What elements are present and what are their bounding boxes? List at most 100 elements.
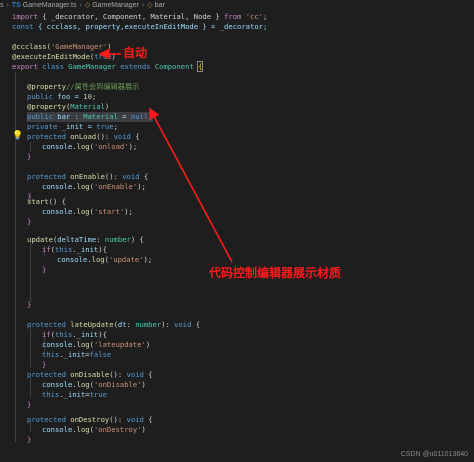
code-line[interactable]: protected onEnable(): void { — [27, 172, 148, 182]
code-token: : — [96, 235, 105, 244]
code-token: console — [42, 182, 73, 191]
code-token: ; — [91, 92, 97, 101]
code-token: foo = — [52, 92, 84, 101]
code-token: void — [122, 172, 140, 181]
code-token: 'onload' — [93, 142, 129, 151]
code-token: ; — [113, 122, 118, 131]
code-token: = — [117, 112, 131, 121]
code-line[interactable]: console.log('onDestroy') — [42, 425, 146, 435]
code-token: void — [126, 415, 144, 424]
code-token: 'onDisable' — [93, 380, 142, 389]
code-token: } — [42, 265, 47, 274]
code-line[interactable]: } — [27, 435, 31, 445]
code-line[interactable]: public foo = 10; — [27, 92, 96, 102]
code-token: ): — [161, 320, 175, 329]
code-token: console — [42, 142, 73, 151]
code-line[interactable]: } — [27, 400, 31, 410]
code-line[interactable]: } — [27, 300, 31, 310]
code-token: GameManager — [68, 62, 116, 71]
code-token: Material — [83, 112, 118, 121]
breadcrumb-item-property[interactable]: bar — [155, 2, 165, 9]
breadcrumb: s › TS GameManager.ts › ◇ GameManager › … — [0, 0, 474, 10]
watermark: CSDN @u011013840 — [400, 451, 468, 458]
code-token: deltaTime — [57, 235, 97, 244]
code-token: { _decorator, Component, Material, Node … — [37, 12, 225, 21]
property-icon: ◇ — [147, 2, 153, 9]
code-token: ) — [111, 52, 116, 61]
code-token: ) — [107, 42, 112, 51]
code-token: log — [76, 425, 90, 434]
code-token: this — [54, 245, 73, 254]
code-token: _init — [76, 245, 99, 254]
code-line[interactable]: this._init=true — [42, 390, 107, 400]
code-token: console — [42, 340, 73, 349]
code-line[interactable]: console.log('onEnable'); — [42, 182, 146, 192]
code-line[interactable]: protected onDestroy(): void { — [27, 415, 153, 425]
code-line[interactable]: start() { — [27, 197, 66, 207]
code-token: log — [76, 340, 90, 349]
code-line[interactable]: console.log('lateupdate') — [42, 340, 150, 350]
code-token: protected — [27, 172, 66, 181]
code-line-current[interactable]: public bar : Material = null; — [27, 112, 153, 122]
code-line[interactable]: @property//属性会到编辑器展示 — [27, 82, 139, 92]
code-line[interactable]: const { ccclass, property,executeInEditM… — [12, 22, 267, 32]
code-line[interactable]: private _init = true; — [27, 122, 118, 132]
code-token: false — [89, 350, 112, 359]
breadcrumb-item-class[interactable]: GameManager — [92, 2, 139, 9]
code-line[interactable]: import { _decorator, Component, Material… — [12, 12, 267, 22]
code-token: ); — [124, 207, 133, 216]
code-line[interactable]: if(this._init){ — [42, 245, 107, 255]
code-line[interactable]: @ccclass('GameManager') — [12, 42, 112, 52]
code-token: 'GameManager' — [50, 42, 108, 51]
code-line[interactable]: } — [27, 152, 31, 162]
code-token: bar : — [52, 112, 84, 121]
code-token: 'start' — [93, 207, 125, 216]
code-token: (): — [109, 415, 127, 424]
class-icon: ◇ — [84, 2, 91, 9]
code-token: ; — [148, 112, 153, 121]
indent-guide — [30, 377, 31, 397]
code-line[interactable]: console.log('update'); — [57, 255, 152, 265]
code-token: { — [130, 132, 140, 141]
code-token: number — [104, 235, 131, 244]
code-token: class — [42, 62, 64, 71]
code-line[interactable]: console.log('onDisable') — [42, 380, 146, 390]
code-line[interactable]: @property(Material) — [27, 102, 109, 112]
lightbulb-icon[interactable]: 💡 — [12, 131, 23, 141]
code-token: 'cc' — [245, 12, 263, 21]
code-token: ) — [104, 102, 110, 111]
code-token: ) — [141, 380, 146, 389]
code-line[interactable]: console.log('start'); — [42, 207, 133, 217]
code-token: lateUpdate — [70, 320, 114, 329]
code-line[interactable]: protected lateUpdate(dt: number): void { — [27, 320, 200, 330]
code-line[interactable]: protected onLoad(): void { — [27, 132, 140, 142]
code-token: ) { — [130, 235, 144, 244]
code-token: } — [27, 152, 32, 161]
breadcrumb-item-file[interactable]: GameManager.ts — [23, 2, 77, 9]
code-token: 'onEnable' — [93, 182, 138, 191]
code-editor[interactable]: import { _decorator, Component, Material… — [0, 10, 474, 462]
code-token: ){ — [98, 330, 107, 339]
code-token: Material — [70, 102, 105, 111]
code-line[interactable]: } — [42, 360, 46, 370]
code-line[interactable]: export class GameManager extends Compone… — [12, 61, 204, 72]
code-token: _init — [63, 350, 86, 359]
code-token: const — [12, 22, 34, 31]
code-line[interactable]: protected onDisable(): void { — [27, 370, 153, 380]
code-token: ); — [137, 182, 146, 191]
code-token: extends — [120, 62, 151, 71]
code-token: null — [130, 112, 149, 121]
code-token: ); — [128, 142, 138, 151]
code-token: log — [76, 207, 90, 216]
code-line[interactable]: console.log('onload'); — [42, 142, 137, 152]
code-token: @executeInEditMode( — [12, 52, 95, 61]
code-line[interactable]: if(this._init){ — [42, 330, 107, 340]
annotation-editor-material: 代码控制编辑器展示材质 — [209, 266, 342, 280]
code-token: (): — [109, 370, 127, 379]
code-line[interactable]: this._init=false — [42, 350, 111, 360]
code-line[interactable]: } — [27, 217, 31, 227]
code-line[interactable]: @executeInEditMode(true) — [12, 52, 116, 62]
code-line[interactable]: } — [42, 265, 46, 275]
code-token: from — [224, 12, 242, 21]
code-line[interactable]: update(deltaTime: number) { — [27, 235, 144, 245]
